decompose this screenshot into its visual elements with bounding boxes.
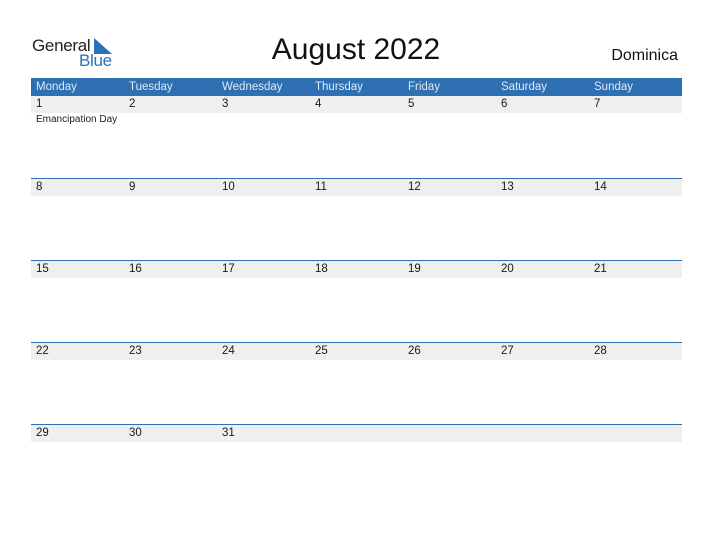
weekday-monday: Monday <box>36 81 77 93</box>
day-number: 3 <box>222 98 229 110</box>
day-number: 16 <box>129 263 142 275</box>
day-number: 22 <box>36 345 49 357</box>
day-event <box>31 278 124 279</box>
events-row <box>31 278 682 279</box>
day-event <box>403 442 496 443</box>
day-number: 15 <box>36 263 49 275</box>
day-number: 24 <box>222 345 235 357</box>
day-number: 30 <box>129 427 142 439</box>
calendar-title: August 2022 <box>271 33 441 66</box>
day-event <box>124 196 217 197</box>
day-event <box>217 278 310 279</box>
day-number: 23 <box>129 345 142 357</box>
weekday-header: Monday Tuesday Wednesday Thursday Friday Satu… <box>31 78 682 96</box>
day-event <box>403 113 496 125</box>
day-number <box>310 425 403 442</box>
day-number: 12 <box>408 181 421 193</box>
week-row: 1 2 3 4 5 6 7 Emancipation Day <box>31 96 682 178</box>
day-number: 4 <box>315 98 322 110</box>
day-number <box>403 425 496 442</box>
day-event <box>589 196 682 197</box>
day-event <box>217 442 310 443</box>
day-event <box>124 360 217 361</box>
day-event <box>496 442 589 443</box>
week-row: 29 30 31 <box>31 424 682 506</box>
day-event <box>31 360 124 361</box>
weekday-saturday: Saturday <box>501 81 548 93</box>
day-number: 8 <box>36 181 43 193</box>
day-event <box>589 360 682 361</box>
day-number: 25 <box>315 345 328 357</box>
day-event <box>31 442 124 443</box>
day-number: 9 <box>129 181 136 193</box>
day-number: 14 <box>594 181 607 193</box>
day-number: 1 <box>36 98 43 110</box>
day-number: 20 <box>501 263 514 275</box>
day-event <box>124 278 217 279</box>
day-event <box>403 360 496 361</box>
day-event <box>589 278 682 279</box>
day-event <box>124 442 217 443</box>
day-event <box>310 196 403 197</box>
day-number: 27 <box>501 345 514 357</box>
day-number: 26 <box>408 345 421 357</box>
events-row: Emancipation Day <box>31 113 682 125</box>
date-strip: 15 16 17 18 19 20 21 <box>31 261 682 278</box>
date-strip: 29 30 31 <box>31 425 682 442</box>
events-row <box>31 442 682 443</box>
date-strip: 22 23 24 25 26 27 28 <box>31 343 682 360</box>
weekday-sunday: Sunday <box>594 81 634 93</box>
events-row <box>31 360 682 361</box>
day-number: 11 <box>315 181 327 193</box>
day-event <box>310 442 403 443</box>
day-number: 18 <box>315 263 328 275</box>
day-number: 6 <box>501 98 508 110</box>
day-event <box>403 196 496 197</box>
week-row: 8 9 10 11 12 13 14 <box>31 178 682 260</box>
day-event <box>589 442 682 443</box>
weekday-wednesday: Wednesday <box>222 81 283 93</box>
day-event <box>217 360 310 361</box>
day-number: 17 <box>222 263 235 275</box>
day-event <box>496 278 589 279</box>
day-number <box>496 425 589 442</box>
week-row: 22 23 24 25 26 27 28 <box>31 342 682 424</box>
day-event: Emancipation Day <box>36 114 118 125</box>
date-strip: 8 9 10 11 12 13 14 <box>31 179 682 196</box>
day-number: 10 <box>222 181 235 193</box>
weekday-thursday: Thursday <box>315 81 363 93</box>
day-number: 5 <box>408 98 415 110</box>
day-number: 21 <box>594 263 607 275</box>
day-number: 29 <box>36 427 49 439</box>
country-label: Dominica <box>611 47 678 64</box>
day-event <box>496 196 589 197</box>
day-event <box>31 196 124 197</box>
day-event <box>496 113 589 125</box>
day-number: 28 <box>594 345 607 357</box>
day-event <box>310 113 403 125</box>
day-event <box>310 278 403 279</box>
day-number: 31 <box>222 427 235 439</box>
day-number: 13 <box>501 181 514 193</box>
day-number: 19 <box>408 263 421 275</box>
day-number: 7 <box>594 98 601 110</box>
calendar-grid: Monday Tuesday Wednesday Thursday Friday Satu… <box>31 78 682 506</box>
date-strip: 1 2 3 4 5 6 7 <box>31 96 682 113</box>
weekday-tuesday: Tuesday <box>129 81 173 93</box>
day-event <box>403 278 496 279</box>
day-event <box>589 113 682 125</box>
day-number <box>589 425 682 442</box>
day-event <box>217 196 310 197</box>
day-event <box>496 360 589 361</box>
week-row: 15 16 17 18 19 20 21 <box>31 260 682 342</box>
day-event <box>217 113 310 125</box>
weekday-friday: Friday <box>408 81 440 93</box>
events-row <box>31 196 682 197</box>
day-event <box>124 113 217 125</box>
day-number: 2 <box>129 98 136 110</box>
day-event <box>310 360 403 361</box>
